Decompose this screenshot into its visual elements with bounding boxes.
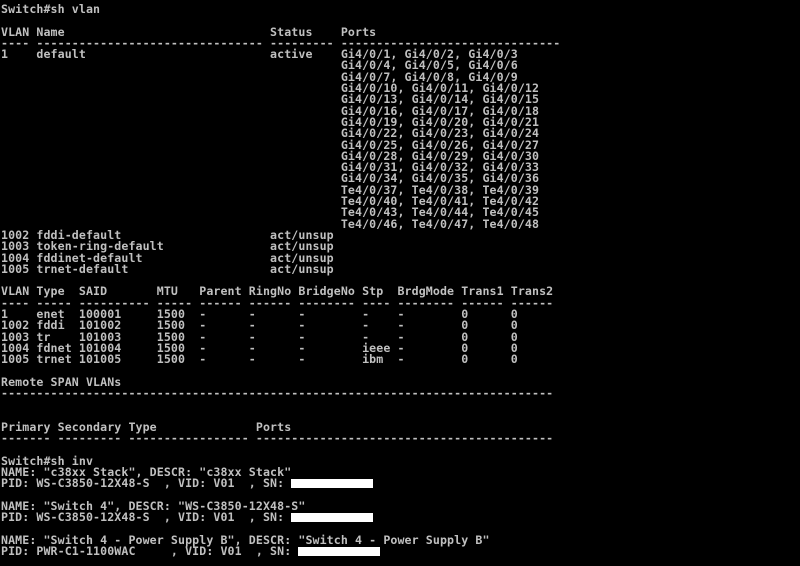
terminal-line-text: PID: PWR-C1-1100WAC , VID: V01 , SN: xyxy=(1,544,299,559)
terminal-line: PID: WS-C3850-12X48-S , VID: V01 , SN: xyxy=(1,478,799,489)
terminal-line: ------- --------- ----------------- ----… xyxy=(1,431,799,446)
terminal-line-text: PID: WS-C3850-12X48-S , VID: V01 , SN: xyxy=(1,510,292,525)
terminal-line: 1005 trnet 101005 1500 - - - ibm - 0 0 xyxy=(1,352,799,367)
terminal-line: 1005 trnet-default act/unsup xyxy=(1,261,799,276)
terminal-line-text: 1005 trnet 101005 1500 - - - ibm - 0 0 xyxy=(1,352,518,367)
terminal-line-text: ----------------------------------------… xyxy=(1,386,554,401)
redacted-serial-number xyxy=(291,479,374,489)
terminal-line: ----------------------------------------… xyxy=(1,386,799,401)
terminal-line-text: 1005 trnet-default act/unsup xyxy=(1,261,334,276)
terminal-line-text: Switch#sh vlan xyxy=(1,4,101,16)
terminal-line: PID: PWR-C1-1100WAC , VID: V01 , SN: xyxy=(1,544,799,559)
terminal-line-text: ------- --------- ----------------- ----… xyxy=(1,431,554,446)
terminal-line: Switch#sh vlan xyxy=(1,4,799,15)
terminal-output[interactable]: Switch#sh vlan VLAN Name Status Ports ----… xyxy=(1,4,799,564)
terminal-line: PID: WS-C3850-12X48-S , VID: V01 , SN: xyxy=(1,512,799,523)
terminal-line-text: PID: WS-C3850-12X48-S , VID: V01 , SN: xyxy=(1,476,292,491)
redacted-serial-number xyxy=(298,547,381,557)
redacted-serial-number xyxy=(291,513,374,523)
